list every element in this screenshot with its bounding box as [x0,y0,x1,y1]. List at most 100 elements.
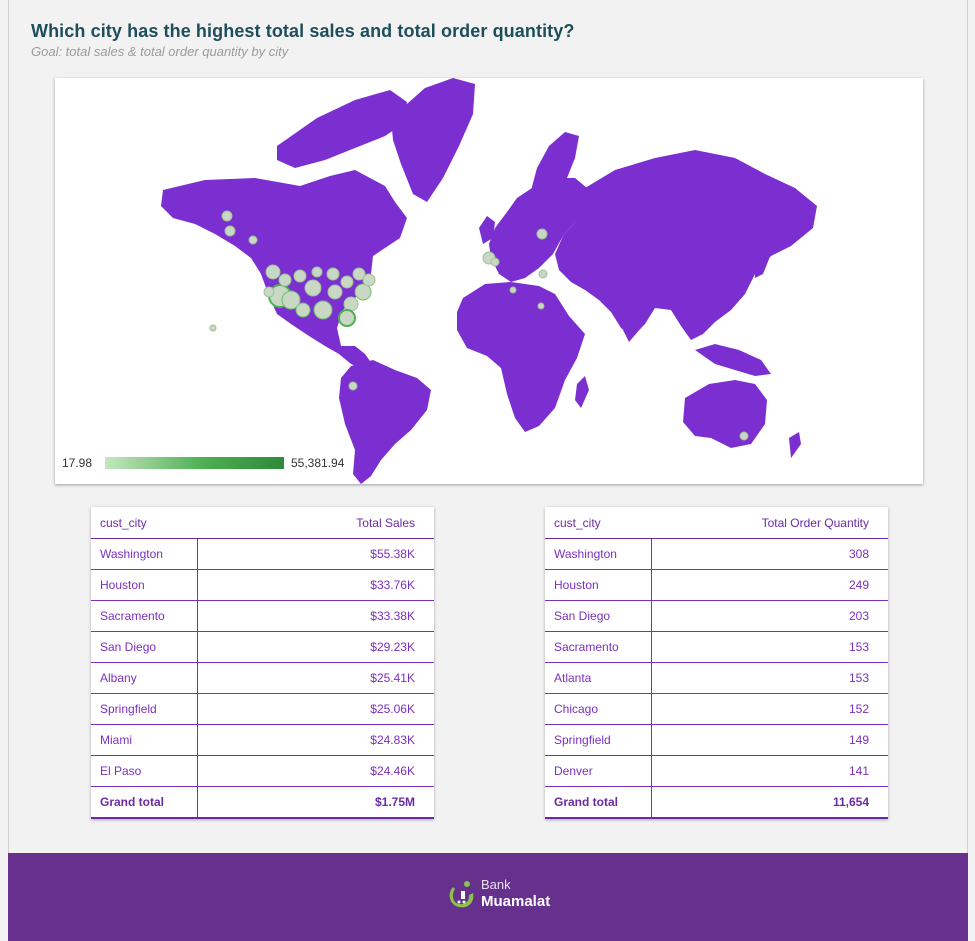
australia [683,380,767,448]
footer-banner: Bank Muamalat [8,853,968,941]
city-cell: El Paso [91,755,198,787]
table-row[interactable]: Atlanta 153 [545,662,888,694]
quantity-cell: 203 [651,600,888,632]
bank-muamalat-logo-icon [449,881,474,908]
grand-total-row: Grand total $1.75M [91,786,434,819]
city-cell: Sacramento [545,631,652,663]
sales-by-city-table[interactable]: cust_city Total Sales Washington $55.38K … [91,507,434,819]
city-bubble[interactable] [509,286,517,294]
table-row[interactable]: Denver 141 [545,755,888,787]
sales-cell: $55.38K [197,538,434,570]
quantity-cell: 308 [651,538,888,570]
world-map-chart[interactable]: 17.98 55,381.94 [55,78,923,484]
city-bubble[interactable] [295,302,311,318]
city-bubble[interactable] [278,273,292,287]
city-bubble[interactable] [538,269,548,279]
quantity-cell: 149 [651,724,888,756]
table-row[interactable]: El Paso $24.46K [91,755,434,787]
grand-total-value: 11,654 [651,786,888,819]
city-cell: Springfield [91,693,198,725]
city-bubble[interactable] [293,269,307,283]
table-row[interactable]: Springfield 149 [545,724,888,756]
city-cell: Albany [91,662,198,694]
quantity-cell: 153 [651,631,888,663]
city-bubble[interactable] [313,300,333,320]
grand-total-row: Grand total 11,654 [545,786,888,819]
table-row[interactable]: Chicago 152 [545,693,888,725]
sales-cell: $24.83K [197,724,434,756]
city-bubble[interactable] [221,210,233,222]
city-bubble[interactable] [739,431,749,441]
grand-total-value: $1.75M [197,786,434,819]
quantity-cell: 152 [651,693,888,725]
brand-line-muamalat: Muamalat [481,893,551,910]
quantity-cell: 249 [651,569,888,601]
quantity-cell: 153 [651,662,888,694]
city-cell: Springfield [545,724,652,756]
order-quantity-by-city-table[interactable]: cust_city Total Order Quantity Washingto… [545,507,888,819]
legend-color-scale [105,457,284,469]
city-bubble[interactable] [263,286,275,298]
page-title: Which city has the highest total sales a… [31,21,575,41]
city-cell: Washington [545,538,652,570]
sales-cell: $24.46K [197,755,434,787]
city-bubble[interactable] [536,228,548,240]
column-header-total-order-quantity[interactable]: Total Order Quantity [651,507,888,539]
table-header-row: cust_city Total Sales [91,507,434,539]
north-america [161,170,407,370]
city-bubble[interactable] [265,264,281,280]
city-bubble[interactable] [362,273,376,287]
africa [457,282,585,432]
city-cell: Chicago [545,693,652,725]
greenland [391,78,475,202]
column-header-city[interactable]: cust_city [91,507,198,539]
city-cell: Miami [91,724,198,756]
table-row[interactable]: Albany $25.41K [91,662,434,694]
table-row[interactable]: Washington 308 [545,538,888,570]
city-cell: Washington [91,538,198,570]
table-row[interactable]: Houston 249 [545,569,888,601]
table-row[interactable]: Sacramento 153 [545,631,888,663]
city-cell: Sacramento [91,600,198,632]
city-bubble[interactable] [311,266,323,278]
table-row[interactable]: Miami $24.83K [91,724,434,756]
sales-cell: $25.41K [197,662,434,694]
city-bubble[interactable] [343,296,359,312]
brand-line-bank: Bank [481,877,511,892]
city-bubble[interactable] [348,381,358,391]
city-bubble[interactable] [327,284,343,300]
arctic-islands [277,90,407,168]
city-bubble[interactable] [209,324,217,332]
table-row[interactable]: Houston $33.76K [91,569,434,601]
south-america [339,360,431,484]
sales-cell: $25.06K [197,693,434,725]
city-bubble[interactable] [340,275,354,289]
city-cell: San Diego [545,600,652,632]
world-map-svg [161,78,817,484]
city-bubble[interactable] [338,309,356,327]
city-bubble[interactable] [248,235,258,245]
city-bubble[interactable] [224,225,236,237]
city-bubble[interactable] [537,302,545,310]
city-bubble[interactable] [326,267,340,281]
city-bubble[interactable] [304,279,322,297]
table-row[interactable]: Sacramento $33.38K [91,600,434,632]
table-row[interactable]: Springfield $25.06K [91,693,434,725]
column-header-total-sales[interactable]: Total Sales [197,507,434,539]
asia [555,150,817,340]
city-cell: Houston [545,569,652,601]
land-masses [161,78,817,484]
legend-min-label: 17.98 [62,456,93,470]
grand-total-label: Grand total [545,786,652,819]
city-bubble[interactable] [490,257,500,267]
legend-max-label: 55,381.94 [291,456,345,470]
table-row[interactable]: San Diego $29.23K [91,631,434,663]
table-row[interactable]: Washington $55.38K [91,538,434,570]
column-header-city[interactable]: cust_city [545,507,652,539]
southeast-asia [695,344,771,376]
sales-cell: $33.76K [197,569,434,601]
city-cell: Atlanta [545,662,652,694]
table-row[interactable]: San Diego 203 [545,600,888,632]
city-cell: San Diego [91,631,198,663]
new-zealand [789,432,801,458]
